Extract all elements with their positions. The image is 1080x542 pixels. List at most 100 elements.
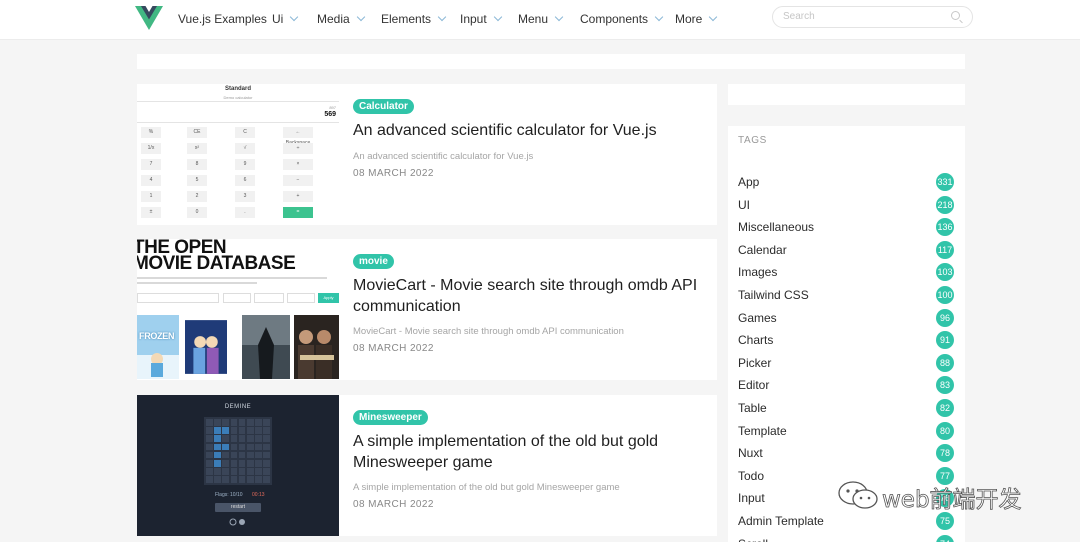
mine-cell[interactable]: [214, 459, 221, 467]
mine-cell[interactable]: [230, 435, 238, 443]
mine-cell[interactable]: [206, 443, 213, 451]
tag-item[interactable]: Charts 91: [738, 331, 955, 350]
mine-cell[interactable]: [238, 459, 246, 467]
tag-item[interactable]: Nuxt 78: [738, 444, 955, 463]
calc-key[interactable]: ±: [141, 207, 161, 218]
mine-cell[interactable]: [246, 459, 254, 467]
calc-key[interactable]: 5: [187, 175, 207, 186]
site-title-link[interactable]: Vue.js Examples: [178, 12, 267, 26]
calc-key[interactable]: %: [141, 127, 161, 138]
mine-cell[interactable]: [238, 427, 246, 434]
theme-and-github-icons[interactable]: [229, 518, 247, 526]
movie-search-field[interactable]: [137, 293, 219, 303]
mine-cell[interactable]: [246, 443, 254, 451]
menu-input[interactable]: Input: [460, 12, 502, 26]
mine-cell[interactable]: [255, 451, 262, 459]
movie-year-select[interactable]: [287, 293, 315, 303]
tag-item[interactable]: Games 96: [738, 308, 955, 327]
poster-action-movie[interactable]: [294, 315, 339, 379]
mine-cell[interactable]: [238, 468, 246, 475]
calc-key[interactable]: 1/x: [141, 143, 161, 154]
mine-cell[interactable]: [263, 443, 270, 451]
calc-key[interactable]: C: [235, 127, 255, 138]
mine-cell[interactable]: [230, 459, 238, 467]
mine-cell[interactable]: [222, 419, 230, 426]
calc-key[interactable]: +: [283, 191, 313, 202]
menu-elements[interactable]: Elements: [381, 12, 447, 26]
post-title[interactable]: MovieCart - Movie search site through om…: [353, 275, 703, 317]
mine-cell[interactable]: [222, 451, 230, 459]
mine-cell[interactable]: [246, 419, 254, 426]
mine-cell[interactable]: [263, 476, 270, 483]
mine-board[interactable]: [204, 417, 272, 485]
mine-cell[interactable]: [255, 443, 262, 451]
mine-cell[interactable]: [255, 459, 262, 467]
mine-cell[interactable]: [230, 468, 238, 475]
post-thumbnail-minesweeper[interactable]: DEMINE Flags: 10/10 00:13 restart: [137, 395, 339, 536]
calc-key[interactable]: −: [283, 175, 313, 186]
mine-restart-button[interactable]: restart: [215, 503, 261, 512]
tag-item[interactable]: Images 103: [738, 263, 955, 282]
mine-cell[interactable]: [214, 419, 221, 426]
calc-key[interactable]: 3: [235, 191, 255, 202]
post-card[interactable]: Standard Demo calculator 897 569 %CEC← B…: [137, 84, 717, 225]
mine-cell[interactable]: [263, 419, 270, 426]
post-thumbnail-calculator[interactable]: Standard Demo calculator 897 569 %CEC← B…: [137, 84, 339, 225]
mine-cell[interactable]: [246, 427, 254, 434]
category-badge[interactable]: movie: [353, 254, 394, 269]
calc-key[interactable]: CE: [187, 127, 207, 138]
mine-cell[interactable]: [206, 468, 213, 475]
mine-cell[interactable]: [238, 476, 246, 483]
mine-cell[interactable]: [263, 468, 270, 475]
mine-cell[interactable]: [263, 451, 270, 459]
poster-frozen[interactable]: [137, 315, 179, 379]
mine-cell[interactable]: [206, 427, 213, 434]
mine-cell[interactable]: [214, 476, 221, 483]
tag-item[interactable]: Editor 83: [738, 376, 955, 395]
tag-item[interactable]: Picker 88: [738, 353, 955, 372]
mine-cell[interactable]: [230, 443, 238, 451]
mine-cell[interactable]: [238, 435, 246, 443]
mine-cell[interactable]: [238, 419, 246, 426]
menu-components[interactable]: Components: [580, 12, 664, 26]
mine-cell[interactable]: [222, 443, 230, 451]
search-icon[interactable]: [951, 11, 960, 20]
tag-item[interactable]: UI 218: [738, 195, 955, 214]
mine-cell[interactable]: [222, 435, 230, 443]
poster-frozen-2[interactable]: [185, 315, 227, 379]
mine-cell[interactable]: [263, 427, 270, 434]
calc-key[interactable]: √: [235, 143, 255, 154]
menu-media[interactable]: Media: [317, 12, 365, 26]
tag-item[interactable]: Template 80: [738, 421, 955, 440]
menu-menu[interactable]: Menu: [518, 12, 564, 26]
mine-cell[interactable]: [222, 459, 230, 467]
mine-cell[interactable]: [246, 468, 254, 475]
calc-key[interactable]: ×: [283, 159, 313, 170]
poster-batman[interactable]: [242, 315, 290, 379]
mine-cell[interactable]: [214, 427, 221, 434]
calc-key[interactable]: ← Backspace: [283, 127, 313, 146]
mine-cell[interactable]: [230, 451, 238, 459]
mine-cell[interactable]: [214, 451, 221, 459]
mine-cell[interactable]: [255, 468, 262, 475]
mine-cell[interactable]: [238, 451, 246, 459]
calc-key[interactable]: 2: [187, 191, 207, 202]
mine-cell[interactable]: [263, 435, 270, 443]
calc-key[interactable]: =: [283, 207, 313, 218]
menu-ui[interactable]: Ui: [272, 12, 299, 26]
mine-cell[interactable]: [246, 476, 254, 483]
mine-cell[interactable]: [214, 443, 221, 451]
movie-count-select[interactable]: [254, 293, 284, 303]
mine-cell[interactable]: [255, 435, 262, 443]
post-card[interactable]: DEMINE Flags: 10/10 00:13 restart Minesw…: [137, 395, 717, 536]
search-input[interactable]: [783, 11, 943, 22]
post-thumbnail-movie[interactable]: THE OPEN MOVIE DATABASE Apply FROZEN: [137, 239, 339, 380]
tag-item[interactable]: Miscellaneous 136: [738, 218, 955, 237]
mine-cell[interactable]: [255, 427, 262, 434]
mine-cell[interactable]: [246, 451, 254, 459]
vue-logo-icon[interactable]: [135, 6, 163, 30]
calc-key[interactable]: 9: [235, 159, 255, 170]
mine-cell[interactable]: [206, 476, 213, 483]
mine-cell[interactable]: [230, 427, 238, 434]
mine-cell[interactable]: [206, 435, 213, 443]
